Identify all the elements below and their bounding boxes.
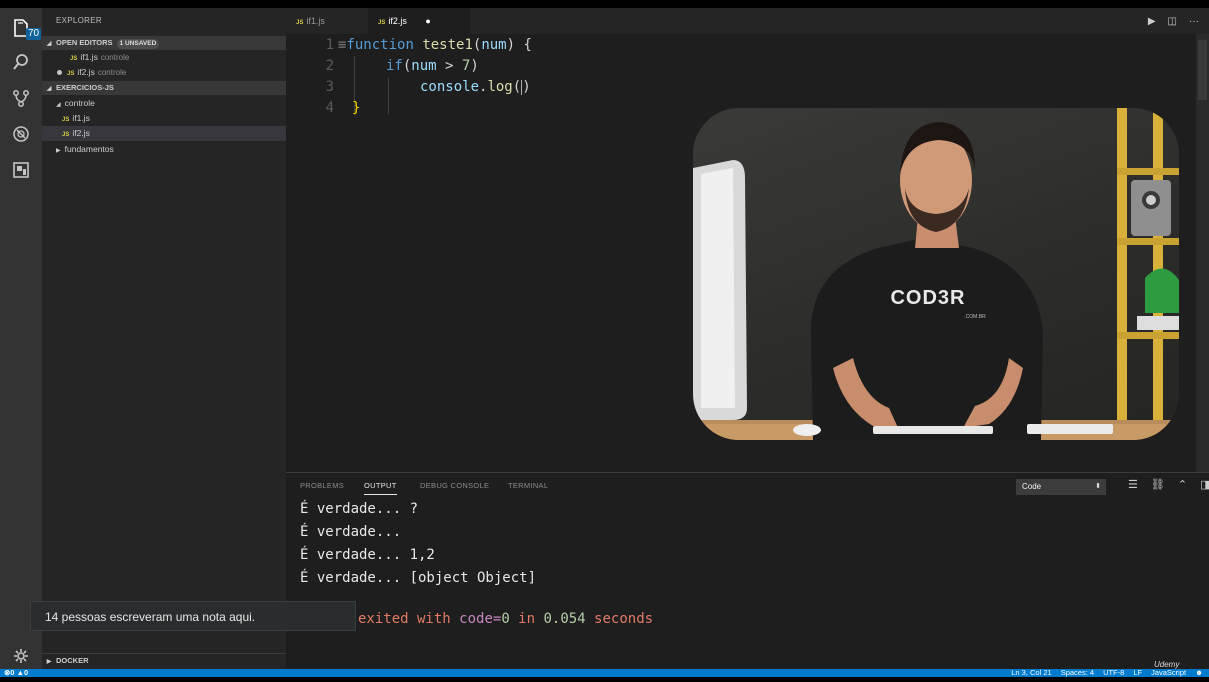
output-line: É verdade... ? (300, 501, 419, 517)
notes-toast[interactable]: 14 pessoas escreveram uma nota aqui. (30, 601, 356, 631)
chevron-down-icon: ◢ (46, 86, 52, 92)
indent-guide (388, 78, 389, 114)
cursor-position[interactable]: Ln 3, Col 21 (1011, 669, 1051, 677)
settings-icon[interactable] (9, 644, 33, 668)
line-number: 1 (325, 37, 334, 53)
output-channel-select[interactable]: Code ⬍ (1016, 479, 1106, 495)
editor-actions: ▶ ◫ ··· (1148, 8, 1199, 34)
warning-icon: ▲ (16, 668, 24, 677)
tab-debug-console[interactable]: DEBUG CONSOLE (420, 481, 489, 490)
docker-header[interactable]: ▶ DOCKER (42, 653, 286, 668)
chevron-down-icon: ◢ (56, 102, 61, 108)
status-right: Ln 3, Col 21 Spaces: 4 UTF-8 LF JavaScri… (1011, 669, 1203, 677)
folder-controle[interactable]: ◢ controle (42, 96, 286, 111)
tab-output[interactable]: OUTPUT (364, 481, 397, 495)
scrollbar-thumb[interactable] (1198, 40, 1207, 100)
editor-tab-bar: JS if1.js JS if2.js ● ▶ ◫ ··· (286, 8, 1209, 34)
js-file-icon: JS (62, 117, 70, 123)
tab-if2[interactable]: JS if2.js ● (368, 8, 470, 34)
search-icon[interactable] (9, 50, 33, 74)
unsaved-dot-icon[interactable]: ● (425, 16, 430, 26)
sidebar-title: EXPLORER (56, 16, 102, 25)
bottom-black-bar (0, 677, 1209, 682)
folder-fundamentos[interactable]: ▶ fundamentos (42, 142, 286, 157)
end-of-line[interactable]: LF (1133, 669, 1142, 677)
udemy-watermark: Udemy (1154, 660, 1180, 669)
toggle-layout-icon[interactable]: ◨ (1200, 478, 1209, 491)
encoding[interactable]: UTF-8 (1103, 669, 1124, 677)
problems-indicator[interactable]: ⊗0 ▲0 (4, 669, 28, 677)
js-file-icon: JS (378, 20, 386, 26)
line-number: 3 (325, 79, 334, 95)
bottom-panel: PROBLEMS OUTPUT DEBUG CONSOLE TERMINAL C… (286, 472, 1209, 670)
line-number: 2 (325, 58, 334, 74)
open-editors-header[interactable]: ◢ OPEN EDITORS 1 UNSAVED (42, 36, 286, 50)
lock-scroll-icon[interactable]: ⛓ (1151, 478, 1165, 491)
chevron-updown-icon: ⬍ (1095, 483, 1101, 490)
js-file-icon: JS (62, 132, 70, 138)
activity-bar: 70 (0, 8, 42, 669)
js-file-icon: JS (296, 20, 304, 26)
panel-actions: ☰ ⛓ ⌃ ◨ ✕ (1128, 478, 1209, 491)
tab-if1[interactable]: JS if1.js (286, 8, 378, 34)
tab-problems[interactable]: PROBLEMS (300, 481, 344, 490)
js-file-icon: JS (70, 56, 78, 62)
status-bar: ⊗0 ▲0 Ln 3, Col 21 Spaces: 4 UTF-8 LF Ja… (0, 669, 1209, 677)
workspace-header[interactable]: ◢ EXERCICIOS-JS (42, 81, 286, 95)
run-icon[interactable]: ▶ (1148, 16, 1156, 27)
split-editor-icon[interactable]: ◫ (1168, 16, 1177, 27)
instructor-video-frame: COD3R .COM.BR (693, 108, 1179, 440)
output-line: É verdade... [object Object] (300, 570, 537, 586)
unsaved-dot-icon (57, 70, 62, 76)
explorer-badge: 70 (26, 28, 42, 40)
instructor-video-overlay: COD3R .COM.BR (693, 108, 1179, 440)
open-editor-if1[interactable]: JS if1.js controle (42, 50, 286, 65)
chevron-right-icon: ▶ (46, 659, 52, 665)
output-line: É verdade... (300, 524, 402, 540)
chevron-right-icon: ▶ (56, 148, 61, 154)
file-if2[interactable]: JS if2.js (42, 126, 286, 141)
open-editor-if2[interactable]: JS if2.js controle (42, 65, 286, 80)
smiley-feedback-icon[interactable]: ☻ (1195, 669, 1203, 677)
exit-status-line: exited with code=0 in 0.054 seconds (358, 611, 654, 627)
code-line-2: if(num > 7) (386, 58, 479, 74)
unsaved-badge: 1 UNSAVED (116, 39, 160, 49)
extensions-icon[interactable] (9, 158, 33, 182)
output-line: É verdade... 1,2 (300, 547, 435, 563)
debug-icon[interactable] (9, 122, 33, 146)
source-control-icon[interactable] (9, 86, 33, 110)
text-cursor (521, 79, 523, 95)
shirt-logo-subtext: .COM.BR (964, 314, 986, 320)
line-number: 4 (325, 100, 334, 116)
code-line-3: console.log() (420, 79, 531, 95)
indentation[interactable]: Spaces: 4 (1061, 669, 1094, 677)
tab-terminal[interactable]: TERMINAL (508, 481, 548, 490)
clear-output-icon[interactable]: ☰ (1128, 478, 1138, 491)
chevron-down-icon: ◢ (46, 41, 52, 47)
shirt-logo-text: COD3R (890, 287, 965, 309)
maximize-panel-icon[interactable]: ⌃ (1178, 478, 1187, 491)
explorer-sidebar: EXPLORER ◢ OPEN EDITORS 1 UNSAVED JS if1.js… (42, 8, 286, 669)
code-line-4: } (352, 100, 361, 116)
top-black-bar (0, 0, 1209, 8)
code-line-1: ≡function teste1(num) { (338, 37, 532, 53)
js-file-icon: JS (67, 71, 75, 77)
more-icon[interactable]: ··· (1189, 16, 1199, 27)
language-mode[interactable]: JavaScript (1151, 669, 1186, 677)
file-if1[interactable]: JS if1.js (42, 111, 286, 126)
